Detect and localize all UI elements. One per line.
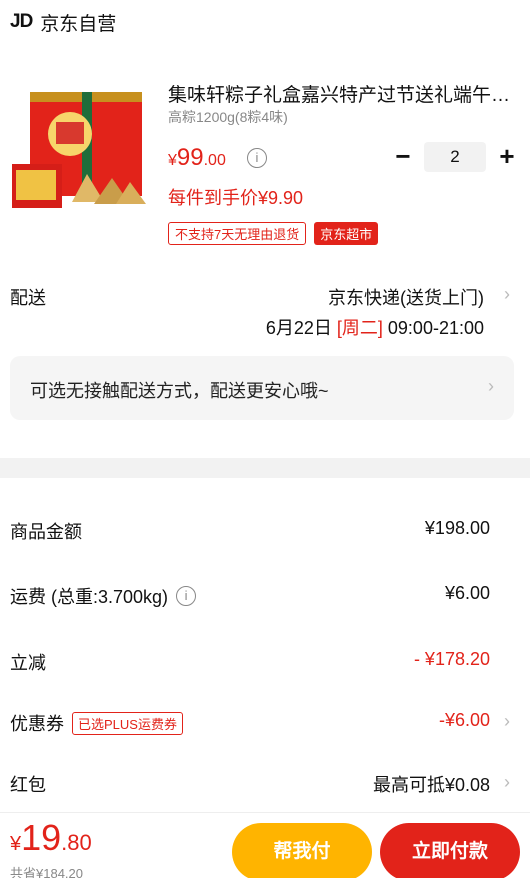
jd-logo: JD [10,11,33,32]
jd-market-tag: 京东超市 [314,222,379,245]
coupon-value: -¥6.00 [438,710,490,730]
quantity-input[interactable]: 2 [424,142,486,172]
goods-amount-row: 商品金额 ¥198.00 [0,510,530,550]
shipping-info-icon[interactable]: i [176,586,197,606]
chevron-right-icon: › [504,772,510,792]
section-divider [0,458,530,478]
store-name: 京东自营 [40,13,117,35]
pay-now-button[interactable]: 立即付款 [380,823,520,878]
store-header: JD 京东自营 [10,8,116,36]
delivery-weekday: [周二] [336,318,383,338]
chevron-right-icon[interactable]: › [504,284,510,305]
product-tags: 不支持7天无理由退货 京东超市 [168,222,379,245]
delivery-date: 6月22日 [265,318,332,338]
saved-amount: 共省¥184.20 [10,866,83,878]
product-image[interactable] [12,84,152,214]
product-card: 集味轩粽子礼盒嘉兴特产过节送礼端午节粽子 高粽1200g(8粽4味) ¥ 99 … [0,70,530,250]
goods-amount-label: 商品金额 [10,522,82,542]
product-spec[interactable]: 高粽1200g(8粽4味) [168,107,288,127]
return-policy-tag: 不支持7天无理由退货 [168,222,307,245]
discount-label: 立减 [10,653,46,673]
product-price: ¥ 99 .00 [168,144,226,172]
redpacket-row[interactable]: 红包 最高可抵¥0.08 › [0,763,530,803]
quantity-plus-button[interactable]: + [492,142,522,172]
quantity-minus-button[interactable]: − [388,142,418,172]
contactless-delivery-option[interactable]: 可选无接触配送方式，配送更安心哦~ › [10,356,514,420]
product-title[interactable]: 集味轩粽子礼盒嘉兴特产过节送礼端午节粽子 [168,80,518,107]
shipping-value: ¥6.00 [444,583,490,603]
chevron-right-icon: › [504,711,510,731]
help-pay-button[interactable]: 帮我付 [232,823,372,878]
bottom-bar: ¥ 19 .80 共省¥184.20 帮我付 立即付款 [0,812,530,878]
quantity-stepper: − 2 + [388,142,522,172]
coupon-label: 优惠券 [10,714,64,734]
redpacket-value: 最高可抵¥0.08 [372,775,490,795]
coupon-label-group: 优惠券 已选PLUS运费券 [10,710,183,736]
delivery-label: 配送 [10,288,46,308]
discount-value: - ¥178.20 [413,649,490,669]
total-currency: ¥ [10,833,22,855]
plus-coupon-tag: 已选PLUS运费券 [72,711,183,735]
price-currency: ¥ [168,152,177,169]
delivery-method[interactable]: 京东快递(送货上门) [328,284,484,310]
redpacket-label: 红包 [10,775,46,795]
total-price: ¥ 19 .80 [10,817,92,859]
goods-amount-value: ¥198.00 [424,518,490,538]
shipping-label: 运费 (总重:3.700kg) [10,587,169,607]
contactless-text: 可选无接触配送方式，配送更安心哦~ [30,381,329,401]
price-integer: 99 [176,144,204,171]
price-info-icon[interactable]: i [247,148,267,168]
hand-price: 每件到手价¥9.90 [168,188,304,208]
shipping-row: 运费 (总重:3.700kg) i ¥6.00 [0,575,530,615]
price-decimal: .00 [203,152,226,169]
discount-row: 立减 - ¥178.20 [0,641,530,681]
chevron-right-icon: › [488,376,494,396]
coupon-row[interactable]: 优惠券 已选PLUS运费券 -¥6.00 › [0,702,530,742]
delivery-time-range: 09:00-21:00 [387,318,484,338]
delivery-time[interactable]: 6月22日 [周二] 09:00-21:00 [266,314,484,340]
total-decimal: .80 [61,830,92,855]
total-integer: 19 [21,817,62,858]
shipping-label-group: 运费 (总重:3.700kg) i [10,583,197,609]
